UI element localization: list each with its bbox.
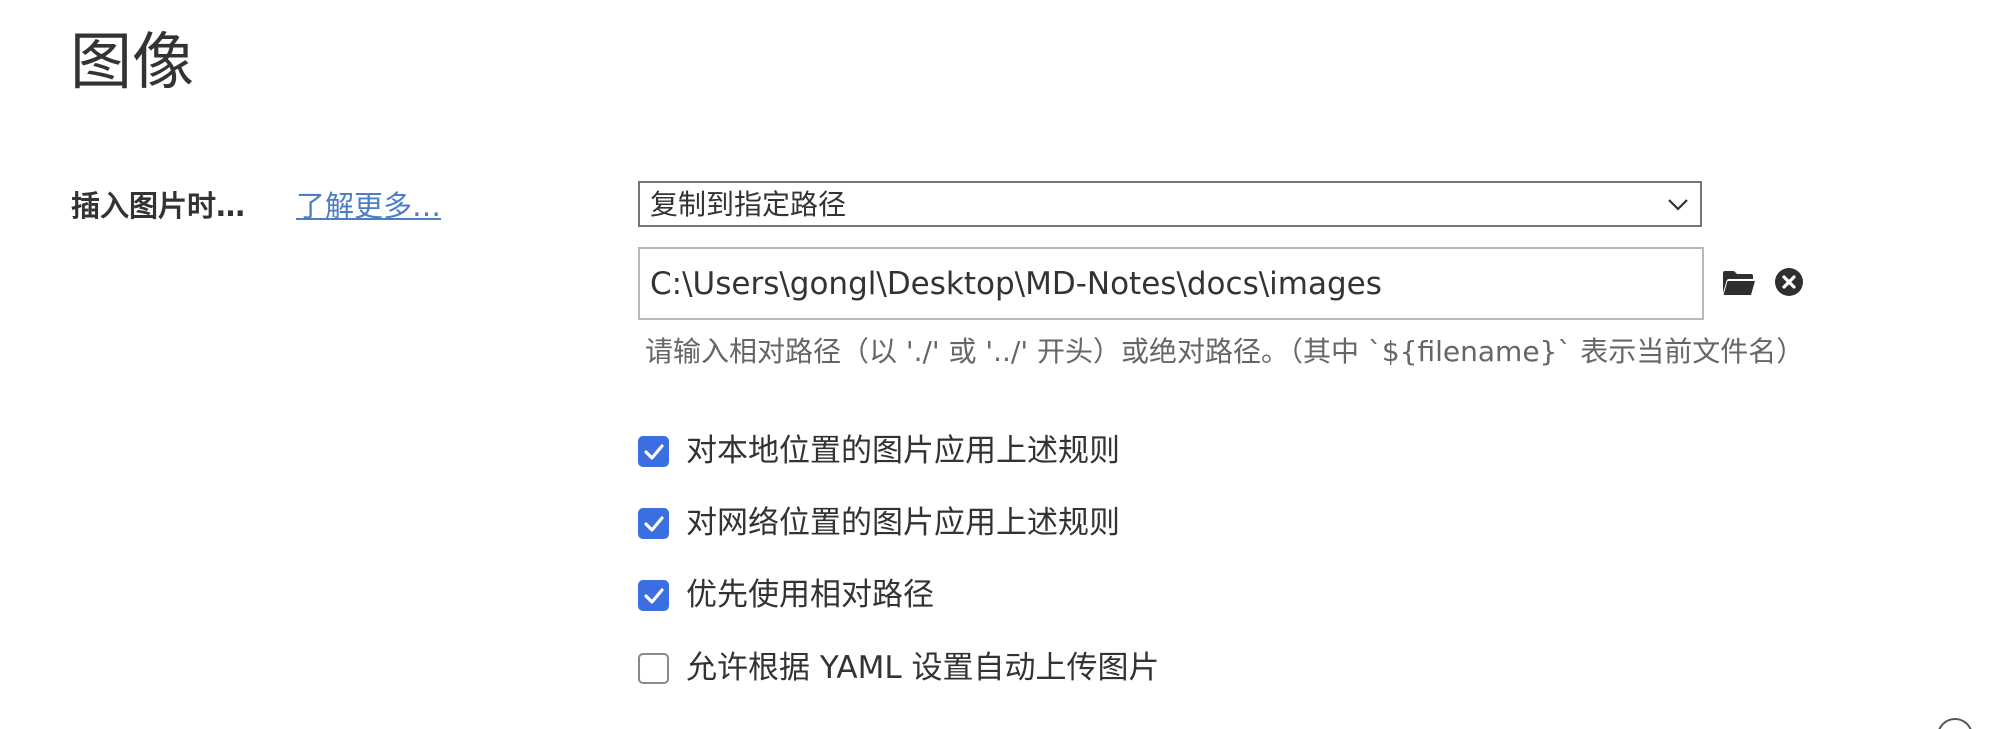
option-auto-upload-yaml[interactable]: 允许根据 YAML 设置自动上传图片 bbox=[638, 648, 1159, 688]
checkbox[interactable] bbox=[638, 579, 669, 611]
image-path-input[interactable] bbox=[638, 247, 1704, 320]
path-hint: 请输入相对路径（以 './' 或 '../' 开头）或绝对路径。（其中 `${f… bbox=[645, 335, 1805, 368]
help-icon[interactable] bbox=[1937, 718, 1973, 729]
select-value: 复制到指定路径 bbox=[650, 188, 847, 221]
check-icon bbox=[644, 587, 664, 604]
option-label: 对本地位置的图片应用上述规则 bbox=[686, 433, 1120, 469]
checkbox[interactable] bbox=[638, 435, 669, 467]
clear-icon[interactable] bbox=[1774, 267, 1804, 297]
check-icon bbox=[644, 443, 664, 460]
option-label: 优先使用相对路径 bbox=[686, 577, 934, 613]
option-apply-network-images[interactable]: 对网络位置的图片应用上述规则 bbox=[638, 503, 1120, 543]
option-label: 允许根据 YAML 设置自动上传图片 bbox=[686, 650, 1160, 686]
checkbox[interactable] bbox=[638, 652, 669, 684]
insert-image-action-select[interactable]: 复制到指定路径 bbox=[638, 181, 1702, 227]
check-icon bbox=[644, 515, 664, 532]
option-label: 对网络位置的图片应用上述规则 bbox=[686, 505, 1120, 541]
folder-icon[interactable] bbox=[1722, 268, 1756, 298]
option-apply-local-images[interactable]: 对本地位置的图片应用上述规则 bbox=[638, 431, 1120, 471]
learn-more-link[interactable]: 了解更多… bbox=[296, 186, 441, 226]
checkbox[interactable] bbox=[638, 507, 669, 539]
insert-image-label: 插入图片时… bbox=[71, 189, 246, 223]
option-prefer-relative-path[interactable]: 优先使用相对路径 bbox=[638, 575, 934, 615]
chevron-down-icon bbox=[1668, 199, 1688, 211]
section-title: 图像 bbox=[70, 25, 195, 98]
image-settings-panel: 图像 插入图片时… 了解更多… 复制到指定路径 请输入相对路径（以 './' 或… bbox=[0, 0, 2009, 729]
